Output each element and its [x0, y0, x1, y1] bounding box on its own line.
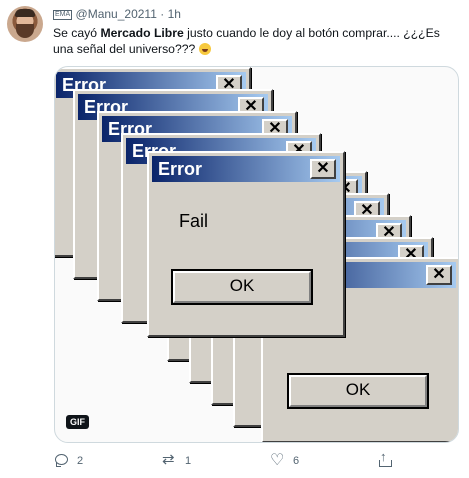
retweet-action[interactable]: 1 — [162, 450, 192, 468]
tweet-media-gif[interactable]: Error✕ Error✕ Error✕ Error✕ ✕ ✕ ✕ ✕ ✕ OK… — [54, 66, 459, 443]
error-window-front: Error ✕ Fail OK — [147, 151, 345, 337]
close-icon: ✕ — [310, 159, 336, 179]
ok-button: OK — [287, 373, 429, 409]
gif-badge: GIF — [66, 415, 89, 429]
reply-count: 2 — [77, 454, 84, 467]
tweet-actions: 2 1 6 — [54, 449, 459, 471]
avatar-beard — [16, 24, 34, 38]
retweet-count: 1 — [185, 454, 192, 467]
like-icon[interactable] — [270, 450, 285, 470]
ok-button: OK — [171, 269, 313, 305]
tweet-header: EMA @Manu_20211 · 1h — [53, 7, 181, 21]
error-message: Fail — [179, 211, 209, 231]
title-bar: Error ✕ — [152, 156, 340, 182]
display-name-badge[interactable]: EMA — [53, 10, 73, 20]
retweet-icon[interactable] — [162, 450, 177, 468]
share-icon[interactable] — [378, 449, 393, 468]
laughing-emoji-icon — [198, 43, 211, 55]
separator-dot: · — [160, 7, 165, 21]
reply-action[interactable]: 2 — [54, 453, 83, 468]
like-count: 6 — [293, 454, 300, 467]
avatar[interactable] — [7, 6, 43, 42]
share-action[interactable] — [378, 449, 393, 468]
user-handle[interactable]: @Manu_20211 — [76, 7, 157, 21]
reply-icon[interactable] — [54, 453, 69, 468]
tweet-text-bold: Mercado Libre — [100, 26, 184, 40]
like-action[interactable]: 6 — [270, 450, 300, 470]
tweet-time[interactable]: 1h — [168, 7, 181, 21]
close-icon: ✕ — [426, 265, 452, 285]
avatar-hair — [15, 9, 35, 17]
window-title: Error — [158, 159, 203, 179]
tweet-text-part1: Se cayó — [53, 26, 101, 40]
tweet-text: Se cayó Mercado Libre justo cuando le do… — [53, 25, 458, 57]
